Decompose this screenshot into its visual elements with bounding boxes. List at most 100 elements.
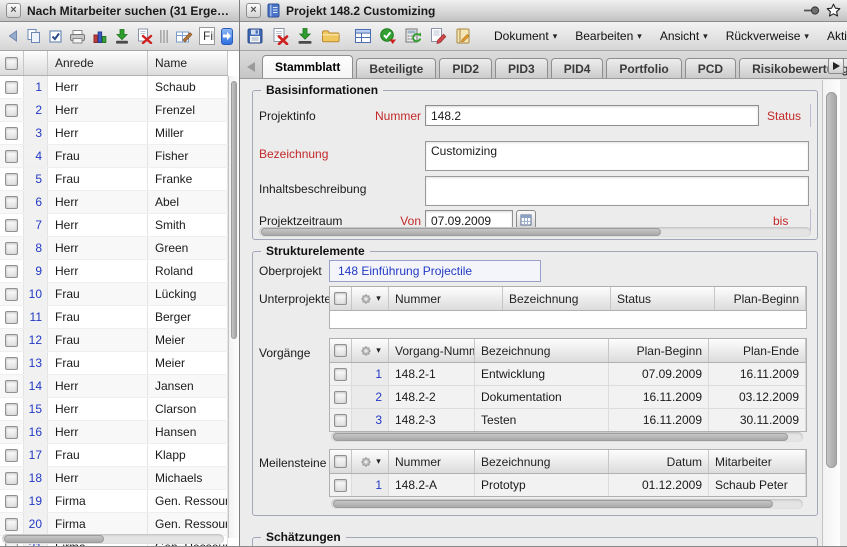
row-number-link[interactable]: 1 bbox=[352, 363, 389, 385]
vorgaenge-horizontal-scrollbar[interactable] bbox=[331, 432, 803, 442]
menu-button[interactable]: Rückverweise ▾ bbox=[718, 27, 817, 45]
row-number-link[interactable]: 16 bbox=[24, 421, 48, 443]
row-checkbox[interactable] bbox=[5, 334, 18, 347]
result-row[interactable]: 17 Frau Klapp bbox=[0, 444, 228, 467]
tabs-scroll-left-icon[interactable] bbox=[247, 62, 255, 72]
row-checkbox[interactable] bbox=[5, 518, 18, 531]
column-header-nummer[interactable]: Nummer bbox=[389, 287, 503, 310]
scrollbar-thumb[interactable] bbox=[826, 92, 837, 468]
tabs-scroll-right-button[interactable] bbox=[828, 58, 844, 74]
delete-result-button[interactable] bbox=[136, 25, 153, 47]
row-checkbox[interactable] bbox=[334, 368, 347, 381]
column-header-datum[interactable]: Datum bbox=[609, 450, 709, 473]
result-row[interactable]: 10 Frau Lücking bbox=[0, 283, 228, 306]
back-button[interactable] bbox=[6, 25, 20, 47]
column-header-anrede[interactable]: Anrede bbox=[48, 51, 148, 75]
row-number-link[interactable]: 11 bbox=[24, 306, 48, 328]
actions-gear-button[interactable]: ▾ bbox=[352, 339, 389, 362]
result-row[interactable]: 9 Herr Roland bbox=[0, 260, 228, 283]
tab-pcd[interactable]: PCD bbox=[685, 58, 736, 78]
copy-button[interactable] bbox=[26, 25, 42, 47]
select-all-checkbox[interactable] bbox=[5, 57, 18, 70]
row-number-link[interactable]: 8 bbox=[24, 237, 48, 259]
vorgang-row[interactable]: 2 148.2-2 Dokumentation 16.11.2009 03.12… bbox=[330, 386, 806, 409]
result-row[interactable]: 15 Herr Clarson bbox=[0, 398, 228, 421]
row-checkbox[interactable] bbox=[5, 127, 18, 140]
bezeichnung-input[interactable]: Customizing bbox=[425, 141, 809, 171]
row-checkbox[interactable] bbox=[5, 104, 18, 117]
meilenstein-row[interactable]: 1 148.2-A Prototyp 01.12.2009 Schaub Pet… bbox=[330, 474, 806, 496]
select-all-checkbox[interactable] bbox=[334, 455, 347, 468]
actions-gear-button[interactable]: ▾ bbox=[352, 450, 389, 473]
scrollbar-thumb[interactable] bbox=[333, 433, 788, 441]
row-checkbox[interactable] bbox=[334, 414, 347, 427]
row-number-link[interactable]: 7 bbox=[24, 214, 48, 236]
column-header-bezeichnung[interactable]: Bezeichnung bbox=[475, 450, 609, 473]
row-number-link[interactable]: 19 bbox=[24, 490, 48, 512]
vorgang-row[interactable]: 1 148.2-1 Entwicklung 07.09.2009 16.11.2… bbox=[330, 363, 806, 386]
tab-pid2[interactable]: PID2 bbox=[439, 58, 492, 78]
result-row[interactable]: 2 Herr Frenzel bbox=[0, 99, 228, 122]
row-checkbox[interactable] bbox=[334, 391, 347, 404]
row-number-link[interactable]: 17 bbox=[24, 444, 48, 466]
row-number-link[interactable]: 1 bbox=[352, 474, 389, 496]
row-checkbox[interactable] bbox=[5, 265, 18, 278]
result-row[interactable]: 16 Herr Hansen bbox=[0, 421, 228, 444]
column-header-plan-ende[interactable]: Plan-Ende bbox=[709, 339, 806, 362]
column-header-plan-beginn[interactable]: Plan-Beginn bbox=[715, 287, 806, 310]
column-header-plan-beginn[interactable]: Plan-Beginn bbox=[609, 339, 709, 362]
result-row[interactable]: 8 Herr Green bbox=[0, 237, 228, 260]
inhaltsbeschreibung-input[interactable] bbox=[425, 176, 809, 206]
actions-gear-button[interactable]: ▾ bbox=[352, 287, 389, 310]
result-row[interactable]: 11 Frau Berger bbox=[0, 306, 228, 329]
columns-button[interactable] bbox=[159, 25, 169, 47]
toolbar-next-button[interactable] bbox=[221, 28, 234, 45]
table-view-button[interactable] bbox=[354, 25, 372, 47]
menu-button[interactable]: Dokument ▾ bbox=[486, 27, 565, 45]
import-button[interactable] bbox=[296, 25, 314, 47]
result-row[interactable]: 13 Frau Meier bbox=[0, 352, 228, 375]
column-header-bezeichnung[interactable]: Bezeichnung bbox=[475, 339, 609, 362]
filter-field[interactable]: Fil bbox=[199, 27, 215, 45]
row-checkbox[interactable] bbox=[5, 242, 18, 255]
result-row[interactable]: 14 Herr Jansen bbox=[0, 375, 228, 398]
row-number-link[interactable]: 1 bbox=[24, 76, 48, 98]
row-number-link[interactable]: 10 bbox=[24, 283, 48, 305]
row-number-link[interactable]: 12 bbox=[24, 329, 48, 351]
result-row[interactable]: 3 Herr Miller bbox=[0, 122, 228, 145]
column-header-mitarbeiter[interactable]: Mitarbeiter bbox=[709, 450, 806, 473]
scrollbar-thumb[interactable] bbox=[333, 500, 773, 508]
notebook-button[interactable] bbox=[454, 25, 472, 47]
row-number-link[interactable]: 2 bbox=[24, 99, 48, 121]
result-row[interactable]: 6 Herr Abel bbox=[0, 191, 228, 214]
row-checkbox[interactable] bbox=[5, 288, 18, 301]
result-row[interactable]: 5 Frau Franke bbox=[0, 168, 228, 191]
clean-table-button[interactable] bbox=[175, 25, 193, 47]
column-header-nummer[interactable]: Nummer bbox=[389, 450, 475, 473]
folder-button[interactable] bbox=[321, 25, 340, 47]
close-icon[interactable]: × bbox=[6, 3, 21, 18]
column-header-vorgang-nummer[interactable]: Vorgang-Nummer bbox=[389, 339, 475, 362]
vorgang-row[interactable]: 3 148.2-3 Testen 16.11.2009 30.11.2009 bbox=[330, 409, 806, 431]
close-icon[interactable]: × bbox=[246, 3, 261, 18]
chart-button[interactable] bbox=[92, 25, 108, 47]
row-checkbox[interactable] bbox=[5, 449, 18, 462]
row-checkbox[interactable] bbox=[5, 495, 18, 508]
tab-pid4[interactable]: PID4 bbox=[551, 58, 604, 78]
column-header-status[interactable]: Status bbox=[611, 287, 715, 310]
row-checkbox[interactable] bbox=[5, 403, 18, 416]
row-number-link[interactable]: 2 bbox=[352, 386, 389, 408]
row-checkbox[interactable] bbox=[5, 81, 18, 94]
save-button[interactable] bbox=[246, 25, 264, 47]
column-header-name[interactable]: Name bbox=[148, 51, 228, 75]
scrollbar-thumb[interactable] bbox=[261, 228, 661, 236]
menu-button[interactable]: Bearbeiten ▾ bbox=[567, 27, 650, 45]
content-vertical-scrollbar[interactable] bbox=[822, 80, 840, 547]
scrollbar-thumb[interactable] bbox=[4, 535, 104, 543]
approve-button[interactable] bbox=[379, 25, 397, 47]
row-checkbox[interactable] bbox=[5, 219, 18, 232]
results-vertical-scrollbar[interactable] bbox=[228, 76, 239, 538]
row-number-link[interactable]: 14 bbox=[24, 375, 48, 397]
delete-button[interactable] bbox=[271, 25, 289, 47]
result-row[interactable]: 1 Herr Schaub bbox=[0, 76, 228, 99]
